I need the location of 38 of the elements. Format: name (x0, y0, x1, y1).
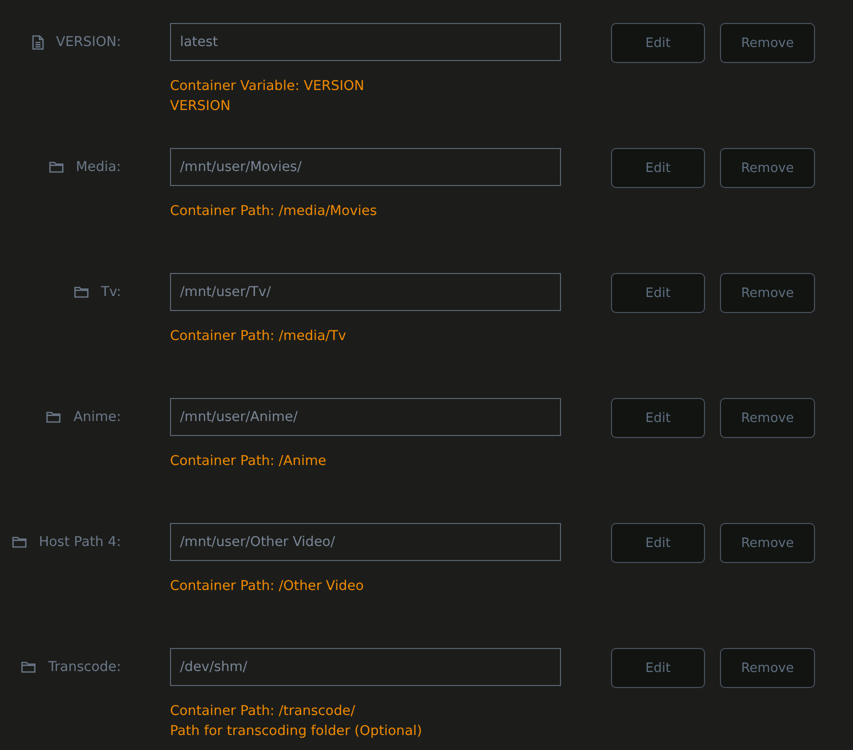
folder-icon (74, 286, 89, 298)
remove-button[interactable]: Remove (720, 398, 815, 438)
remove-button[interactable]: Remove (720, 648, 815, 688)
field-label: Media: (76, 159, 121, 175)
folder-icon (12, 536, 27, 548)
text-field[interactable]: /mnt/user/Other Video/ (170, 523, 561, 561)
remove-button[interactable]: Remove (720, 23, 815, 63)
description-text: Container Variable: VERSION (170, 77, 364, 96)
description-text: Container Path: /transcode/ (170, 702, 356, 721)
text-field[interactable]: /mnt/user/Movies/ (170, 148, 561, 186)
description-text: Container Path: /Other Video (170, 577, 364, 596)
description-text: Path for transcoding folder (Optional) (170, 722, 422, 741)
edit-button[interactable]: Edit (611, 398, 705, 438)
folder-icon (46, 411, 62, 423)
folder-icon (21, 661, 36, 673)
description-text: Container Path: /media/Tv (170, 327, 346, 346)
field-label: Transcode: (48, 659, 121, 675)
description-text: VERSION (170, 97, 230, 116)
edit-button[interactable]: Edit (611, 523, 705, 563)
field-label: Tv: (100, 284, 121, 300)
text-field[interactable]: /mnt/user/Anime/ (170, 398, 561, 436)
folder-icon (48, 161, 64, 173)
remove-button[interactable]: Remove (720, 523, 815, 563)
description-text: Container Path: /Anime (170, 452, 326, 471)
document-icon (32, 34, 44, 50)
edit-button[interactable]: Edit (611, 648, 705, 688)
edit-button[interactable]: Edit (611, 273, 705, 313)
edit-button[interactable]: Edit (611, 23, 705, 63)
remove-button[interactable]: Remove (720, 273, 815, 313)
field-label: Anime: (73, 409, 121, 425)
text-field[interactable]: /dev/shm/ (170, 648, 561, 686)
remove-button[interactable]: Remove (720, 148, 815, 188)
field-label: Host Path 4: (38, 534, 121, 550)
text-field[interactable]: /mnt/user/Tv/ (170, 273, 561, 311)
field-label: VERSION: (56, 34, 121, 50)
text-field[interactable]: latest (170, 23, 561, 61)
edit-button[interactable]: Edit (611, 148, 705, 188)
description-text: Container Path: /media/Movies (170, 202, 377, 221)
